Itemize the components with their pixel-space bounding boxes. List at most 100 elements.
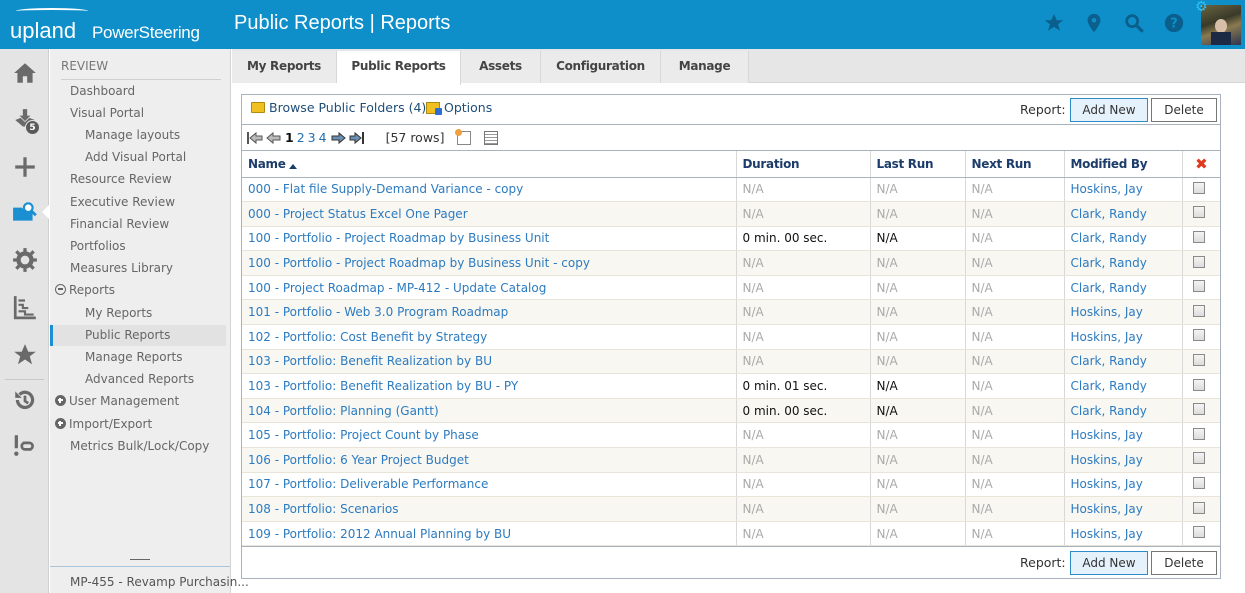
home-icon[interactable] [0,55,49,91]
page-2[interactable]: 2 [297,130,305,145]
sidebar-item-portfolios[interactable]: Portfolios [70,236,126,257]
row-checkbox[interactable] [1192,206,1205,219]
col-header-delete[interactable]: ✖ [1182,151,1220,178]
row-checkbox[interactable] [1192,526,1205,539]
star-icon[interactable] [1043,12,1065,36]
col-header-duration[interactable]: Duration [736,151,871,178]
row-checkbox[interactable] [1192,329,1205,342]
row-checkbox[interactable] [1192,501,1205,514]
sidebar-item-my-reports[interactable]: My Reports [85,303,152,324]
row-checkbox[interactable] [1192,427,1205,440]
sidebar-item-metrics-bulk[interactable]: Metrics Bulk/Lock/Copy [70,436,209,457]
modified-by-link[interactable]: Hoskins, Jay [1064,422,1183,449]
tab-manage[interactable]: Manage [661,51,749,83]
modified-by-link[interactable]: Clark, Randy [1064,201,1183,227]
user-avatar[interactable]: ⚙ [1195,0,1241,45]
col-header-last-run[interactable]: Last Run [870,151,966,178]
tab-public-reports[interactable]: Public Reports [337,51,461,85]
sidebar-item-measures-library[interactable]: Measures Library [70,258,173,279]
tab-my-reports[interactable]: My Reports [232,51,337,83]
last-page-icon[interactable] [349,131,365,145]
modified-by-link[interactable]: Hoskins, Jay [1064,447,1183,473]
tab-configuration[interactable]: Configuration [541,51,661,83]
collapse-minus-icon[interactable] [55,284,66,295]
report-name-link[interactable]: 103 - Portfolio: Benefit Realization by … [242,373,737,399]
review-icon[interactable] [0,194,50,230]
col-header-modified-by[interactable]: Modified By [1064,151,1183,178]
modified-by-link[interactable]: Clark, Randy [1064,275,1183,301]
report-name-link[interactable]: 105 - Portfolio: Project Count by Phase [242,422,737,449]
sidebar-item-resource-review[interactable]: Resource Review [70,169,172,190]
modified-by-link[interactable]: Hoskins, Jay [1064,299,1183,326]
sidebar-item-user-management[interactable]: User Management [55,391,179,412]
modified-by-link[interactable]: Clark, Randy [1064,226,1183,252]
add-new-button-bottom[interactable]: Add New [1070,551,1148,575]
row-checkbox[interactable] [1192,378,1205,391]
options-link[interactable]: Options [426,100,492,115]
modified-by-link[interactable]: Hoskins, Jay [1064,324,1183,350]
row-checkbox[interactable] [1192,403,1205,416]
sidebar-item-financial-review[interactable]: Financial Review [70,214,169,235]
row-checkbox[interactable] [1192,353,1205,366]
link-alert-icon[interactable] [0,427,49,463]
copy-report-icon[interactable] [455,128,472,145]
report-name-link[interactable]: 107 - Portfolio: Deliverable Performance [242,472,737,498]
report-name-link[interactable]: 100 - Portfolio - Project Roadmap by Bus… [242,226,737,252]
sidebar-item-visual-portal[interactable]: Visual Portal [70,103,144,124]
inbox-icon[interactable]: 5 [0,102,49,138]
report-name-link[interactable]: 100 - Portfolio - Project Roadmap by Bus… [242,250,737,276]
row-checkbox[interactable] [1192,452,1205,465]
report-name-link[interactable]: 101 - Portfolio - Web 3.0 Program Roadma… [242,299,737,326]
page-1[interactable]: 1 [285,130,294,145]
col-header-name[interactable]: Name [242,151,737,178]
report-name-link[interactable]: 103 - Portfolio: Benefit Realization by … [242,349,737,375]
first-page-icon[interactable] [247,131,263,145]
report-name-link[interactable]: 109 - Portfolio: 2012 Annual Planning by… [242,521,737,547]
prev-page-icon[interactable] [266,131,282,145]
gear-icon[interactable] [0,242,49,278]
report-name-link[interactable]: 000 - Flat file Supply-Demand Variance -… [242,177,737,203]
location-pin-icon[interactable] [1083,12,1105,36]
sidebar-item-reports[interactable]: Reports [55,280,115,301]
modified-by-link[interactable]: Clark, Randy [1064,250,1183,276]
browse-public-folders-link[interactable]: Browse Public Folders (4) [251,100,426,115]
col-header-next-run[interactable]: Next Run [965,151,1065,178]
row-checkbox[interactable] [1192,255,1205,268]
report-name-link[interactable]: 102 - Portfolio: Cost Benefit by Strateg… [242,324,737,350]
sidebar-resize-handle[interactable] [50,559,230,567]
row-checkbox[interactable] [1192,280,1205,293]
sidebar-item-public-reports[interactable]: Public Reports [50,325,226,346]
search-icon[interactable] [1123,12,1145,36]
sidebar-item-add-visual-portal[interactable]: Add Visual Portal [85,147,186,168]
modified-by-link[interactable]: Clark, Randy [1064,373,1183,399]
expand-plus-icon[interactable] [55,395,66,406]
row-checkbox[interactable] [1192,181,1205,194]
modified-by-link[interactable]: Hoskins, Jay [1064,496,1183,522]
report-name-link[interactable]: 000 - Project Status Excel One Pager [242,201,737,227]
sidebar-item-import-export[interactable]: Import/Export [55,414,152,435]
settings-gear-icon[interactable]: ⚙ [1195,0,1208,15]
report-name-link[interactable]: 106 - Portfolio: 6 Year Project Budget [242,447,737,473]
expand-plus-icon[interactable] [55,418,66,429]
modified-by-link[interactable]: Hoskins, Jay [1064,472,1183,498]
delete-x-icon[interactable]: ✖ [1195,155,1208,173]
modified-by-link[interactable]: Hoskins, Jay [1064,521,1183,547]
history-icon[interactable] [0,382,49,418]
current-project-link[interactable]: MP-455 - Revamp Purchasin... [70,575,249,589]
modified-by-link[interactable]: Clark, Randy [1064,349,1183,375]
list-view-icon[interactable] [484,130,499,145]
add-new-button[interactable]: Add New [1070,98,1148,122]
tab-assets[interactable]: Assets [461,51,541,83]
help-icon[interactable]: ? [1163,12,1185,36]
row-checkbox[interactable] [1192,304,1205,317]
page-4[interactable]: 4 [319,130,327,145]
delete-button[interactable]: Delete [1151,98,1217,122]
sidebar-item-manage-layouts[interactable]: Manage layouts [85,125,180,146]
report-name-link[interactable]: 100 - Project Roadmap - MP-412 - Update … [242,275,737,301]
report-name-link[interactable]: 108 - Portfolio: Scenarios [242,496,737,522]
delete-button-bottom[interactable]: Delete [1151,551,1217,575]
report-name-link[interactable]: 104 - Portfolio: Planning (Gantt) [242,398,737,424]
sidebar-item-advanced-reports[interactable]: Advanced Reports [85,369,194,390]
modified-by-link[interactable]: Hoskins, Jay [1064,177,1183,203]
sidebar-item-dashboard[interactable]: Dashboard [70,81,135,102]
